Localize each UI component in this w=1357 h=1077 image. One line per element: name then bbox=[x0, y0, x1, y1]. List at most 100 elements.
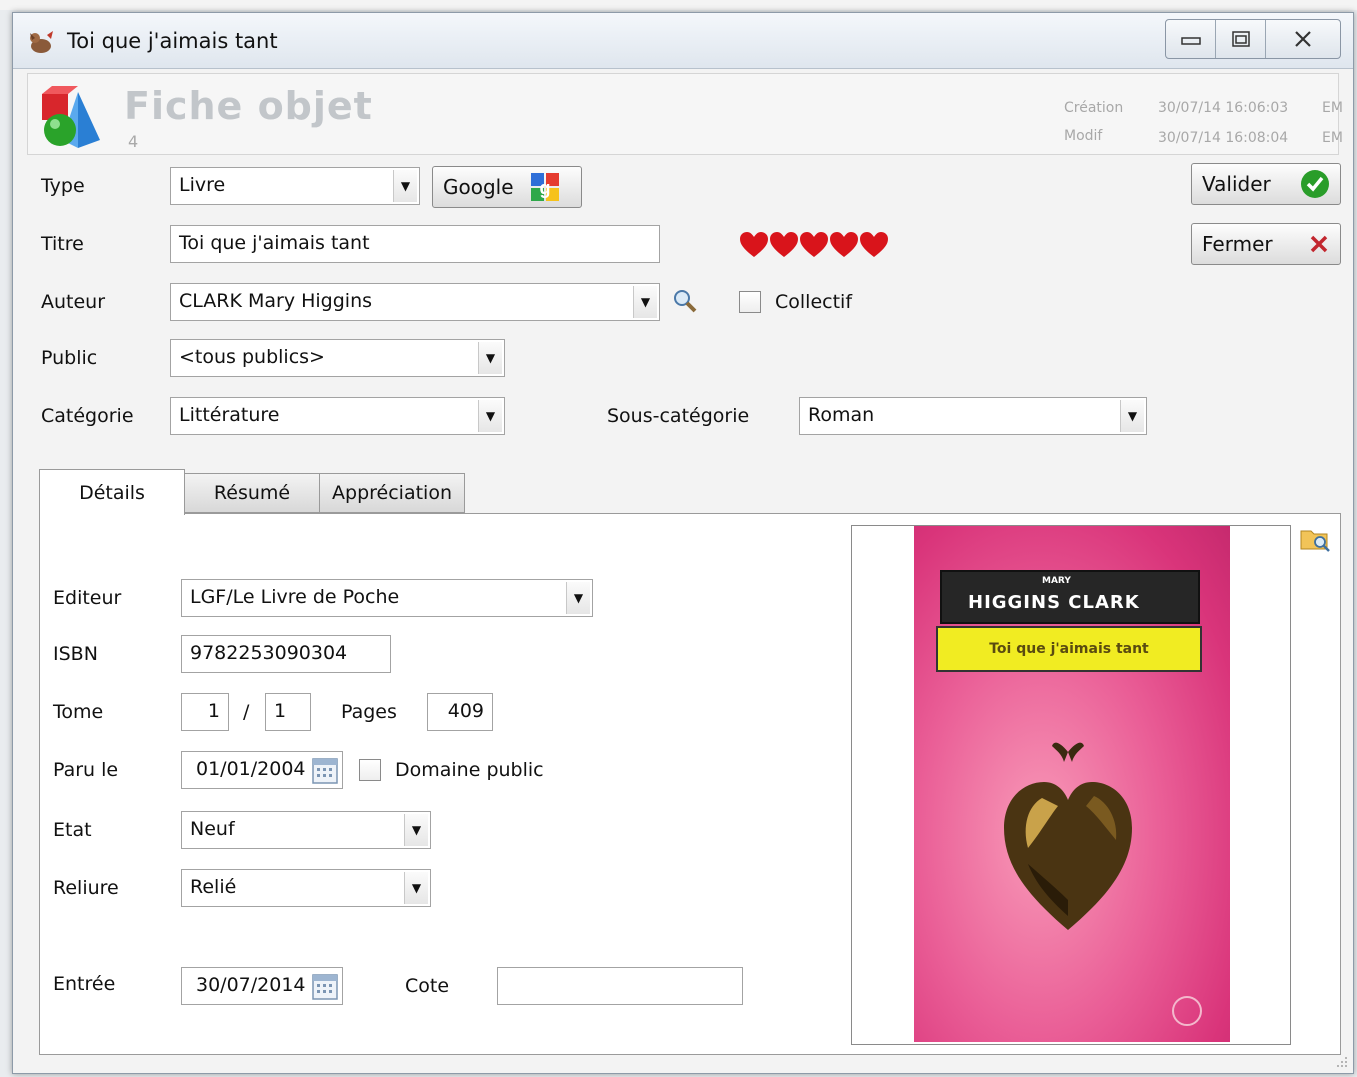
reliure-label: Reliure bbox=[53, 877, 119, 899]
etat-select[interactable]: Neuf ▼ bbox=[181, 811, 431, 849]
auteur-value: CLARK Mary Higgins bbox=[179, 290, 373, 312]
auteur-select[interactable]: CLARK Mary Higgins ▼ bbox=[170, 283, 660, 321]
cote-input[interactable] bbox=[497, 967, 743, 1005]
cover-title-band: Toi que j'aimais tant bbox=[936, 626, 1202, 672]
object-icon bbox=[42, 86, 100, 148]
fiche-header: Fiche objet 4 Création 30/07/14 16:06:03… bbox=[27, 73, 1343, 155]
sous-categorie-select[interactable]: Roman ▼ bbox=[799, 397, 1147, 435]
chevron-down-icon[interactable]: ▼ bbox=[566, 582, 590, 614]
heart-icon bbox=[860, 232, 888, 257]
etat-label: Etat bbox=[53, 819, 92, 841]
cote-label: Cote bbox=[405, 975, 450, 997]
collectif-checkbox[interactable] bbox=[739, 291, 761, 313]
google-button-label: Google bbox=[443, 175, 514, 199]
chevron-down-icon[interactable]: ▼ bbox=[478, 400, 502, 432]
close-button[interactable] bbox=[1266, 20, 1340, 58]
categorie-select[interactable]: Littérature ▼ bbox=[170, 397, 505, 435]
sous-categorie-label: Sous-catégorie bbox=[607, 405, 750, 427]
chevron-down-icon[interactable]: ▼ bbox=[1120, 400, 1144, 432]
paru-date-value: 01/01/2004 bbox=[196, 758, 306, 780]
isbn-label: ISBN bbox=[53, 643, 98, 665]
google-button[interactable]: Google g bbox=[432, 166, 582, 208]
resize-grip-icon[interactable] bbox=[1333, 1053, 1349, 1069]
titre-label: Titre bbox=[41, 233, 84, 255]
pages-label: Pages bbox=[341, 701, 397, 723]
creation-value: 30/07/14 16:06:03 bbox=[1158, 100, 1289, 116]
categorie-value: Littérature bbox=[179, 404, 280, 426]
tome-separator: / bbox=[243, 701, 250, 723]
editeur-label: Editeur bbox=[53, 587, 122, 609]
tab-details[interactable]: Détails bbox=[39, 469, 185, 515]
cover-author-band: MARY HIGGINS CLARK bbox=[940, 570, 1200, 624]
sous-categorie-value: Roman bbox=[808, 404, 875, 426]
chevron-down-icon[interactable]: ▼ bbox=[404, 814, 428, 846]
window-controls bbox=[1165, 19, 1341, 59]
modif-user: EM bbox=[1322, 130, 1343, 146]
domaine-public-label: Domaine public bbox=[395, 759, 544, 781]
check-icon bbox=[1301, 170, 1329, 198]
public-select[interactable]: <tous publics> ▼ bbox=[170, 339, 505, 377]
book-cover-image: MARY HIGGINS CLARK Toi que j'aimais tant bbox=[914, 526, 1230, 1042]
title-bar[interactable]: Toi que j'aimais tant bbox=[13, 13, 1353, 69]
app-window: Toi que j'aimais tant Fiche objet 4 Créa… bbox=[12, 12, 1354, 1074]
chevron-down-icon[interactable]: ▼ bbox=[478, 342, 502, 374]
public-value: <tous publics> bbox=[179, 346, 325, 368]
heart-icon bbox=[830, 232, 858, 257]
object-number: 4 bbox=[128, 132, 139, 151]
close-icon bbox=[1295, 31, 1311, 47]
valider-button[interactable]: Valider bbox=[1191, 163, 1341, 205]
modif-label: Modif bbox=[1064, 128, 1103, 144]
minimize-button[interactable] bbox=[1166, 20, 1216, 58]
tab-appreciation[interactable]: Appréciation bbox=[319, 473, 465, 513]
rating-hearts[interactable] bbox=[739, 231, 889, 259]
cover-author-last: HIGGINS CLARK bbox=[968, 592, 1140, 613]
heart-icon bbox=[770, 232, 798, 257]
editeur-select[interactable]: LGF/Le Livre de Poche ▼ bbox=[181, 579, 593, 617]
publisher-logo bbox=[1172, 996, 1202, 1026]
creation-label: Création bbox=[1064, 100, 1124, 116]
cover-author-first: MARY bbox=[1042, 576, 1071, 586]
fermer-button[interactable]: Fermer bbox=[1191, 223, 1341, 265]
public-label: Public bbox=[41, 347, 98, 369]
chevron-down-icon[interactable]: ▼ bbox=[393, 170, 417, 202]
type-select[interactable]: Livre ▼ bbox=[170, 167, 420, 205]
google-icon: g bbox=[530, 173, 559, 201]
app-icon bbox=[30, 31, 53, 53]
chevron-down-icon[interactable]: ▼ bbox=[404, 872, 428, 904]
pages-input[interactable]: 409 bbox=[427, 693, 493, 731]
valider-label: Valider bbox=[1202, 172, 1271, 196]
collectif-label: Collectif bbox=[775, 291, 853, 313]
heart-icon bbox=[800, 232, 828, 257]
domaine-public-checkbox[interactable] bbox=[359, 759, 381, 781]
modif-value: 30/07/14 16:08:04 bbox=[1158, 130, 1289, 146]
heart-locket-icon bbox=[1004, 742, 1132, 930]
close-x-icon bbox=[1310, 235, 1328, 253]
fermer-label: Fermer bbox=[1202, 232, 1273, 256]
minimize-icon bbox=[1180, 37, 1201, 45]
maximize-icon bbox=[1231, 31, 1250, 47]
entree-date-value: 30/07/2014 bbox=[196, 974, 306, 996]
calendar-icon[interactable] bbox=[311, 755, 339, 785]
type-value: Livre bbox=[179, 174, 226, 196]
window-title: Toi que j'aimais tant bbox=[67, 29, 278, 53]
chevron-down-icon[interactable]: ▼ bbox=[633, 286, 657, 318]
tab-resume[interactable]: Résumé bbox=[184, 473, 320, 513]
titre-input[interactable]: Toi que j'aimais tant bbox=[170, 225, 660, 263]
browse-image-icon[interactable] bbox=[1299, 525, 1331, 553]
calendar-icon[interactable] bbox=[311, 971, 339, 1001]
tome-total-input[interactable]: 1 bbox=[265, 693, 311, 731]
maximize-button[interactable] bbox=[1216, 20, 1266, 58]
creation-user: EM bbox=[1322, 100, 1343, 116]
reliure-select[interactable]: Relié ▼ bbox=[181, 869, 431, 907]
reliure-value: Relié bbox=[190, 876, 237, 898]
tome-input[interactable]: 1 bbox=[181, 693, 229, 731]
editeur-value: LGF/Le Livre de Poche bbox=[190, 586, 400, 608]
background-strip bbox=[0, 0, 1357, 10]
cover-image-frame[interactable]: MARY HIGGINS CLARK Toi que j'aimais tant bbox=[851, 525, 1291, 1045]
tome-label: Tome bbox=[53, 701, 104, 723]
isbn-input[interactable]: 9782253090304 bbox=[181, 635, 391, 673]
type-label: Type bbox=[41, 175, 85, 197]
entree-label: Entrée bbox=[53, 973, 116, 995]
search-icon[interactable] bbox=[671, 287, 699, 315]
categorie-label: Catégorie bbox=[41, 405, 134, 427]
